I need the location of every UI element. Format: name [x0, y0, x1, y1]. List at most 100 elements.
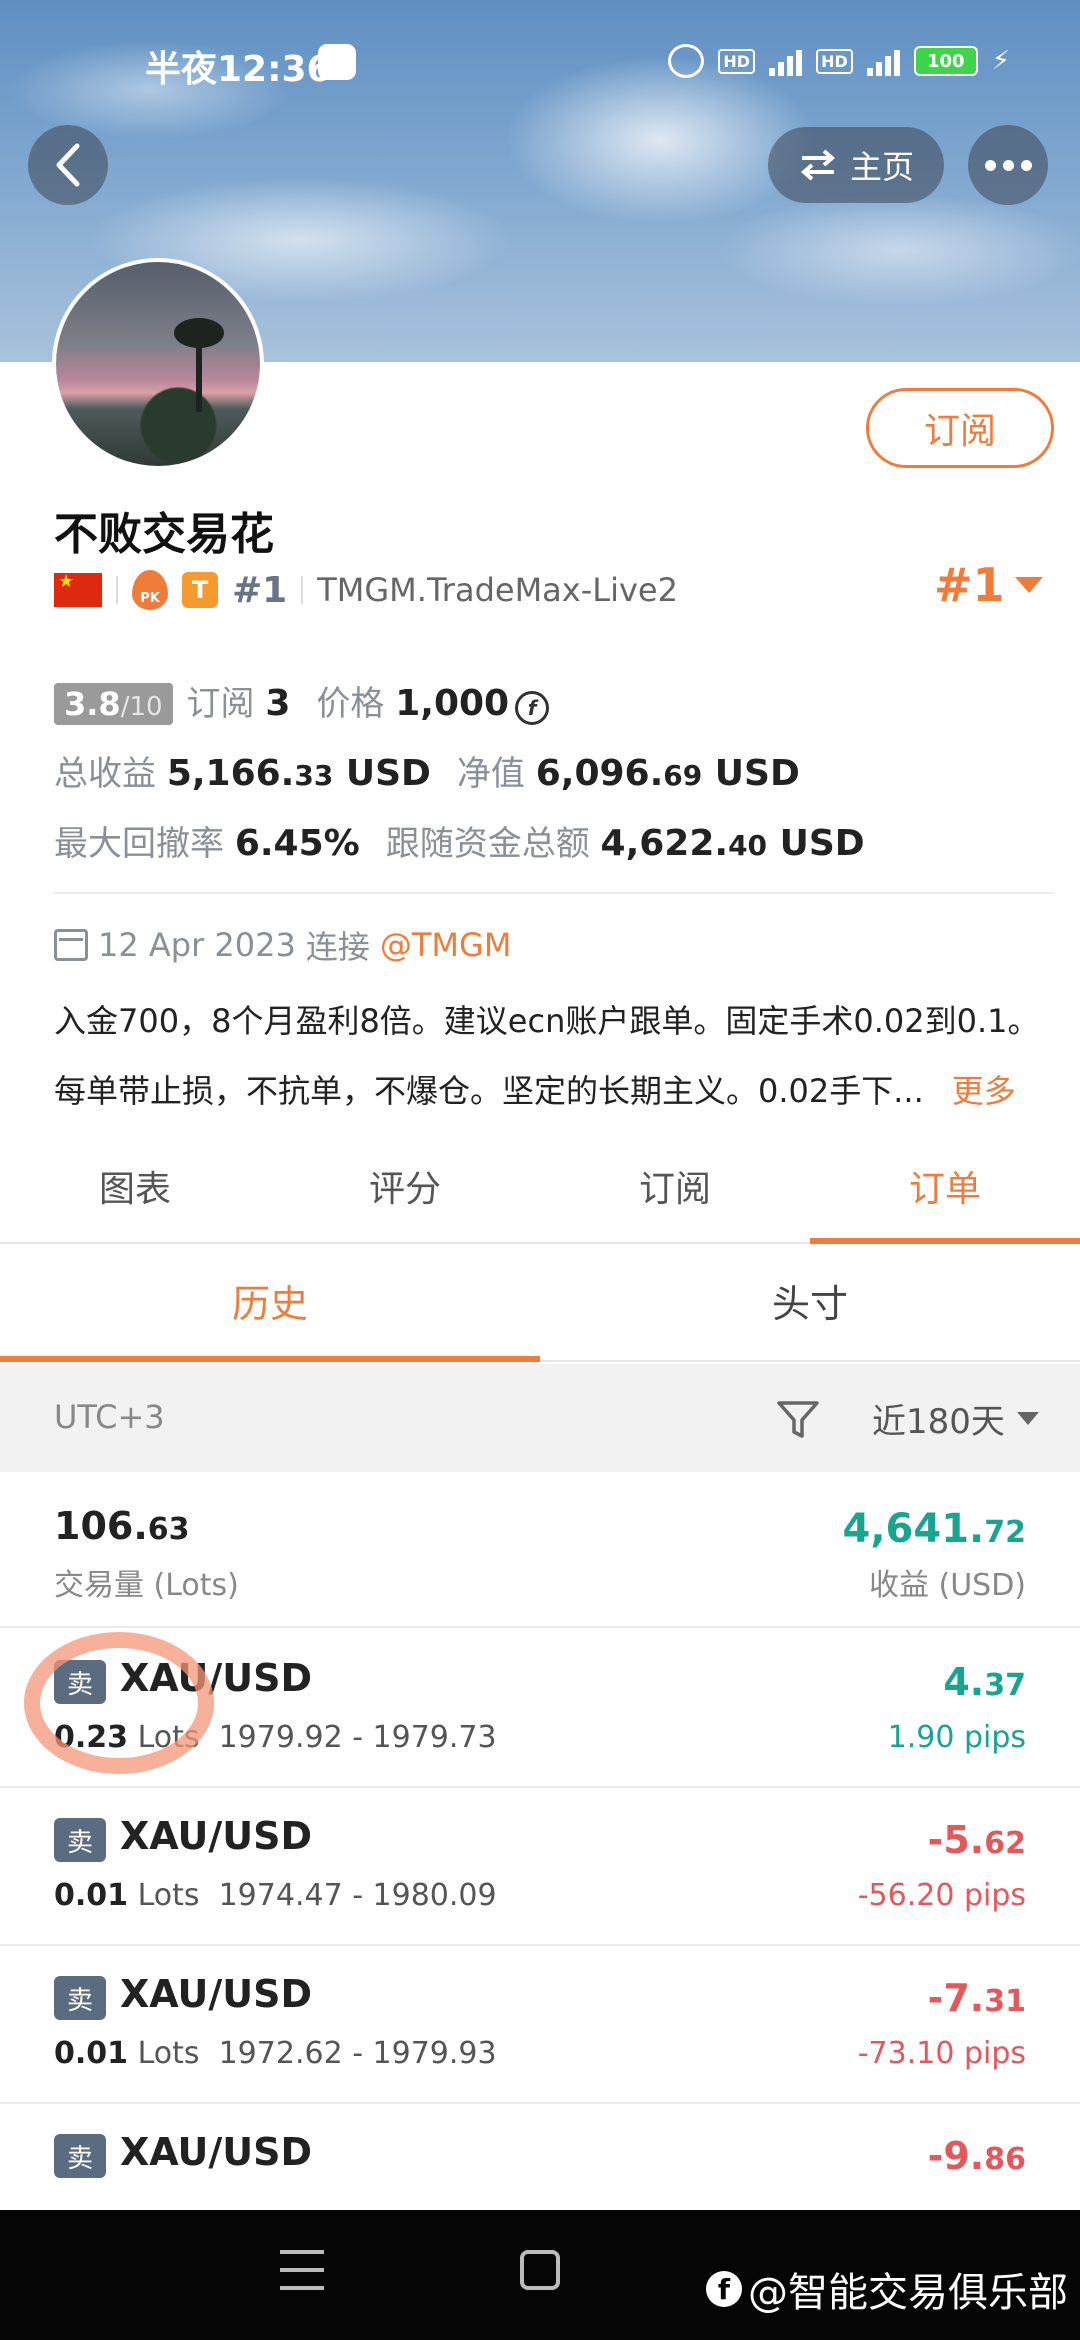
subscribe-count-label: 订阅 — [186, 684, 255, 724]
home-nav-icon[interactable] — [520, 2250, 560, 2290]
status-time: 半夜12:36 — [145, 49, 332, 90]
caret-down-icon — [1016, 1412, 1039, 1425]
sell-badge: 卖 — [54, 1660, 106, 1704]
signal-4g-icon — [866, 46, 900, 76]
total-order-profit: 4,641.72 — [842, 1506, 1026, 1552]
broker-link[interactable]: @TMGM — [380, 926, 512, 964]
description-line-2: 每单带止损，不抗单，不爆仓。坚定的长期主义。0.02手下... 更多 — [54, 1072, 1016, 1110]
facebook-icon: f — [706, 2271, 742, 2307]
sub-tabs: 历史 头寸 — [0, 1248, 1080, 1362]
order-symbol: XAU/USD — [120, 2130, 313, 2174]
total-profit-value: 5,166.33 USD — [166, 753, 431, 794]
total-profit-label: 总收益 — [54, 754, 156, 794]
connect-date: 12 Apr 2023 — [98, 926, 296, 964]
orders-summary: 106.63 交易量 (Lots) 4,641.72 收益 (USD) — [0, 1474, 1080, 1628]
chevron-left-icon — [56, 143, 80, 187]
home-button-label: 主页 — [849, 148, 914, 186]
back-button[interactable] — [28, 125, 108, 205]
order-row[interactable]: 卖 XAU/USD 0.01 Lots 1972.62 - 1979.93 -7… — [0, 1946, 1080, 2104]
order-profit: -7.31 — [927, 1976, 1026, 2020]
rank-text: #1 — [232, 569, 288, 611]
order-symbol: XAU/USD — [120, 1814, 313, 1858]
caret-down-icon — [1014, 577, 1043, 593]
order-detail: 0.01 Lots 1972.62 - 1979.93 — [54, 2036, 497, 2071]
profile-name: 不败交易花 — [54, 509, 274, 560]
total-lots-label: 交易量 (Lots) — [54, 1568, 239, 1603]
order-detail: 0.23 Lots 1979.92 - 1979.73 — [54, 1720, 497, 1755]
hd-icon: HD — [718, 48, 756, 74]
date-range-value: 近180天 — [872, 1402, 1005, 1442]
sell-badge: 卖 — [54, 1976, 106, 2020]
max-drawdown-label: 最大回撤率 — [54, 824, 224, 864]
order-list: 卖 XAU/USD 0.23 Lots 1979.92 - 1979.73 4.… — [0, 1630, 1080, 2210]
date-range-select[interactable]: 近180天 — [872, 1394, 1039, 1443]
switch-arrows-icon — [800, 149, 836, 181]
signal-5g-icon — [769, 46, 803, 76]
tab-rating[interactable]: 评分 — [270, 1150, 540, 1242]
order-profit: -9.86 — [927, 2134, 1026, 2178]
more-options-button[interactable] — [968, 125, 1048, 205]
total-lots: 106.63 — [54, 1504, 190, 1548]
filter-bar: UTC+3 近180天 — [0, 1364, 1080, 1472]
sell-badge: 卖 — [54, 2134, 106, 2178]
status-icons: HD HD 100 ⚡ — [668, 44, 1010, 78]
tab-history[interactable]: 历史 — [0, 1248, 540, 1362]
tab-orders[interactable]: 订单 — [810, 1150, 1080, 1244]
more-link[interactable]: 更多 — [952, 1072, 1016, 1110]
main-tabs: 图表 评分 订阅 订单 — [0, 1150, 1080, 1244]
net-value: 6,096.69 USD — [535, 753, 800, 794]
china-flag-icon — [54, 571, 102, 607]
follow-funds-label: 跟随资金总额 — [385, 824, 590, 864]
sell-badge: 卖 — [54, 1818, 106, 1862]
order-row[interactable]: 卖 XAU/USD -9.86 — [0, 2104, 1080, 2210]
order-symbol: XAU/USD — [120, 1656, 313, 1700]
rating-badge: 3.8/10 — [54, 683, 173, 725]
order-symbol: XAU/USD — [120, 1972, 313, 2016]
dot-icon — [984, 159, 996, 171]
badge-row: PK T #1 TMGM.TradeMax-Live2 — [54, 568, 678, 612]
order-row[interactable]: 卖 XAU/USD 0.01 Lots 1974.47 - 1980.09 -5… — [0, 1788, 1080, 1946]
total-order-profit-label: 收益 (USD) — [868, 1568, 1026, 1603]
subscribe-button[interactable]: 订阅 — [866, 388, 1054, 468]
description-line-1: 入金700，8个月盈利8倍。建议ecn账户跟单。固定手术0.02到0.1。 — [54, 1002, 1040, 1040]
subscribe-count: 3 — [265, 683, 291, 724]
home-button[interactable]: 主页 — [768, 127, 944, 203]
notification-app-icon — [318, 44, 356, 80]
t-badge-icon: T — [182, 572, 218, 608]
order-row[interactable]: 卖 XAU/USD 0.23 Lots 1979.92 - 1979.73 4.… — [0, 1630, 1080, 1788]
price-label: 价格 — [316, 684, 385, 724]
timezone-label: UTC+3 — [54, 1398, 165, 1436]
order-pips: -73.10 pips — [857, 2036, 1026, 2071]
order-detail: 0.01 Lots 1974.47 - 1980.09 — [54, 1878, 497, 1913]
tab-positions[interactable]: 头寸 — [540, 1248, 1080, 1360]
alarm-icon — [668, 44, 705, 78]
recent-apps-icon[interactable] — [280, 2250, 324, 2290]
divider — [54, 892, 1054, 894]
max-drawdown-value: 6.45% — [234, 823, 360, 864]
dot-icon — [1002, 159, 1014, 171]
pk-flame-icon: PK — [132, 570, 168, 610]
filter-icon[interactable] — [776, 1398, 820, 1442]
calendar-icon — [54, 929, 88, 961]
charging-icon: ⚡ — [991, 46, 1010, 76]
tab-chart[interactable]: 图表 — [0, 1150, 270, 1242]
stats-row-3: 最大回撤率 6.45% 跟随资金总额 4,622.40 USD — [54, 816, 865, 865]
follow-funds-value: 4,622.40 USD — [600, 823, 865, 864]
stats-row-1: 3.8/10 订阅 3 价格 1,000 f — [54, 676, 550, 725]
net-value-label: 净值 — [456, 754, 525, 794]
order-pips: 1.90 pips — [887, 1720, 1026, 1755]
connect-label: 连接 — [305, 928, 370, 966]
rank-dropdown[interactable]: #1 — [934, 558, 1043, 612]
status-bar: 半夜12:36 HD HD 100 ⚡ — [0, 30, 1080, 100]
tab-subscribe[interactable]: 订阅 — [540, 1150, 810, 1242]
battery-icon: 100 — [913, 46, 978, 76]
stats-row-2: 总收益 5,166.33 USD 净值 6,096.69 USD — [54, 746, 800, 795]
rank-dropdown-label: #1 — [934, 558, 1005, 612]
coin-icon: f — [515, 691, 550, 725]
watermark: f @智能交易俱乐部 — [706, 2260, 1068, 2318]
hd-icon-2: HD — [816, 48, 853, 74]
dot-icon — [1020, 159, 1032, 171]
avatar[interactable] — [52, 258, 264, 470]
order-pips: -56.20 pips — [857, 1878, 1026, 1913]
order-profit: 4.37 — [943, 1660, 1026, 1704]
